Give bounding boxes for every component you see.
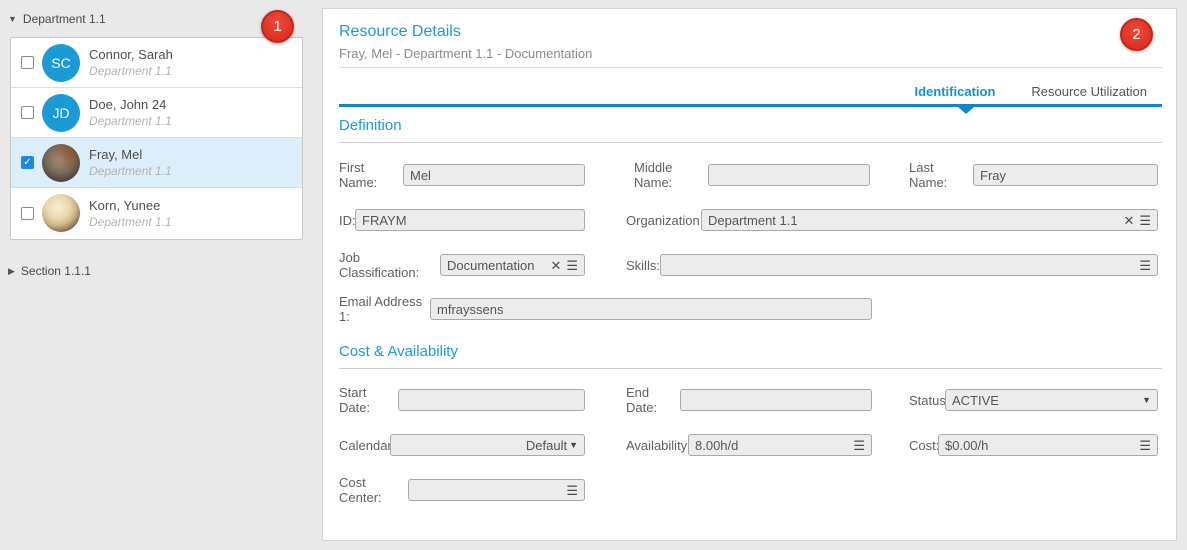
start-date-label: Start Date: (339, 385, 398, 415)
availability-input[interactable] (695, 435, 848, 455)
status-input[interactable] (952, 390, 1137, 410)
resource-row-connor[interactable]: SC Connor, Sarah Department 1.1 (11, 38, 302, 88)
menu-icon[interactable]: ☰ (566, 259, 578, 272)
first-name-field (403, 164, 585, 186)
section-heading-cost-availability: Cost & Availability (339, 343, 1162, 369)
calendar-label: Calendar: (339, 438, 390, 453)
resource-department: Department 1.1 (89, 215, 172, 229)
cost-center-input[interactable] (415, 480, 561, 500)
calendar-field[interactable]: ▼ (390, 434, 585, 456)
tab-resource-utilization[interactable]: Resource Utilization (1031, 84, 1147, 99)
organization-field: ✕ ☰ (701, 209, 1158, 231)
resource-name: Fray, Mel (89, 147, 172, 162)
middle-name-label: Middle Name: (634, 160, 708, 190)
cost-label: Cost: (909, 438, 938, 453)
resource-department: Department 1.1 (89, 164, 172, 178)
last-name-label: Last Name: (909, 160, 973, 190)
calendar-input[interactable] (397, 435, 567, 455)
menu-icon[interactable]: ☰ (566, 484, 578, 497)
dropdown-icon[interactable]: ▼ (1142, 396, 1151, 405)
menu-icon[interactable]: ☰ (1139, 259, 1151, 272)
menu-icon[interactable]: ☰ (853, 439, 865, 452)
clear-icon[interactable]: ✕ (1123, 214, 1134, 227)
resource-name: Korn, Yunee (89, 198, 172, 213)
job-classification-input[interactable] (447, 255, 545, 275)
id-label: ID: (339, 213, 355, 228)
menu-icon[interactable]: ☰ (1139, 214, 1151, 227)
tab-bar: Identification Resource Utilization (915, 84, 1148, 99)
cost-input[interactable] (945, 435, 1134, 455)
page-subtitle: Fray, Mel - Department 1.1 - Documentati… (339, 46, 592, 61)
middle-name-field (708, 164, 870, 186)
resource-row-doe[interactable]: JD Doe, John 24 Department 1.1 (11, 88, 302, 138)
checkbox-unchecked[interactable] (21, 106, 34, 119)
header-divider (339, 67, 1162, 68)
tree-collapsed-icon[interactable]: ▶ (8, 266, 15, 277)
dropdown-icon[interactable]: ▼ (569, 441, 578, 450)
middle-name-input[interactable] (715, 165, 863, 185)
active-tab-caret (958, 107, 974, 114)
skills-label: Skills: (626, 258, 660, 273)
resource-list: SC Connor, Sarah Department 1.1 JD Doe, … (10, 37, 303, 240)
page-title: Resource Details (339, 23, 461, 41)
first-name-input[interactable] (410, 165, 578, 185)
first-name-label: First Name: (339, 160, 403, 190)
tree-item-label: Department 1.1 (23, 12, 106, 26)
resource-department: Department 1.1 (89, 64, 173, 78)
tree-item-section[interactable]: ▶ Section 1.1.1 (8, 264, 91, 278)
last-name-input[interactable] (980, 165, 1151, 185)
end-date-label: End Date: (626, 385, 680, 415)
avatar-popcorn-photo (42, 194, 80, 232)
cost-field: ☰ (938, 434, 1158, 456)
avatar-initials: SC (42, 44, 80, 82)
cost-center-field: ☰ (408, 479, 585, 501)
tab-identification[interactable]: Identification (915, 84, 996, 99)
clear-icon[interactable]: ✕ (550, 259, 561, 272)
annotation-badge-2: 2 (1120, 18, 1153, 51)
start-date-input[interactable] (405, 390, 578, 410)
email-address-1-field (430, 298, 872, 320)
resource-name: Doe, John 24 (89, 97, 172, 112)
cost-center-label: Cost Center: (339, 475, 408, 505)
tree-item-department[interactable]: ▼ Department 1.1 (8, 12, 106, 26)
tree-expanded-icon[interactable]: ▼ (8, 14, 17, 24)
email-address-1-input[interactable] (437, 299, 865, 319)
job-classification-label: Job Classification: (339, 250, 440, 280)
availability-field: ☰ (688, 434, 872, 456)
id-field (355, 209, 585, 231)
last-name-field (973, 164, 1158, 186)
end-date-field (680, 389, 872, 411)
availability-label: Availability: (626, 438, 688, 453)
email-address-1-label: Email Address 1: (339, 294, 430, 324)
resource-row-fray-selected[interactable]: ✓ Fray, Mel Department 1.1 (11, 138, 302, 188)
checkbox-unchecked[interactable] (21, 56, 34, 69)
checkbox-checked[interactable]: ✓ (21, 156, 34, 169)
resource-name: Connor, Sarah (89, 47, 173, 62)
end-date-input[interactable] (687, 390, 865, 410)
checkbox-unchecked[interactable] (21, 207, 34, 220)
annotation-badge-1: 1 (261, 10, 294, 43)
avatar-initials: JD (42, 94, 80, 132)
menu-icon[interactable]: ☰ (1139, 439, 1151, 452)
tab-underline (339, 104, 1162, 107)
resource-row-korn[interactable]: Korn, Yunee Department 1.1 (11, 188, 302, 238)
organization-label: Organization: (626, 213, 701, 228)
avatar-wolf-photo (42, 144, 80, 182)
start-date-field (398, 389, 585, 411)
skills-field: ☰ (660, 254, 1158, 276)
section-heading-definition: Definition (339, 117, 1162, 143)
id-input[interactable] (362, 210, 578, 230)
resource-department: Department 1.1 (89, 114, 172, 128)
status-label: Status: (909, 393, 945, 408)
job-classification-field: ✕ ☰ (440, 254, 585, 276)
resource-details-panel: Resource Details Fray, Mel - Department … (322, 8, 1177, 541)
organization-input[interactable] (708, 210, 1118, 230)
tree-item-label: Section 1.1.1 (21, 264, 91, 278)
status-field[interactable]: ▼ (945, 389, 1158, 411)
skills-input[interactable] (667, 255, 1134, 275)
